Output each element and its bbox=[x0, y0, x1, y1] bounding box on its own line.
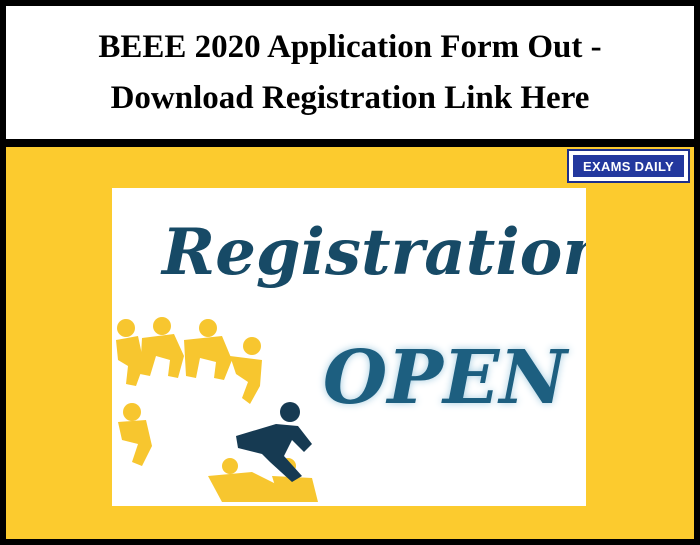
open-headline: OPEN bbox=[322, 335, 568, 421]
logo-word-exams: EXAMS bbox=[583, 158, 631, 174]
registration-banner: EXAMS DAILY Registration OPEN bbox=[6, 147, 694, 539]
logo-word-daily: DAILY bbox=[634, 158, 674, 174]
exams-daily-logo: EXAMS DAILY bbox=[567, 149, 690, 183]
page-title-line-2: Download Registration Link Here bbox=[110, 79, 590, 116]
person-figure-icon bbox=[140, 317, 184, 378]
highlighted-person-icon bbox=[236, 402, 312, 482]
people-circle-illustration bbox=[116, 317, 318, 502]
registration-card: Registration OPEN bbox=[112, 188, 586, 506]
registration-headline: Registration bbox=[162, 215, 586, 290]
person-figure-icon bbox=[118, 403, 152, 466]
page-title-line-1: BEEE 2020 Application Form Out - bbox=[98, 28, 602, 65]
image-frame: BEEE 2020 Application Form Out - Downloa… bbox=[0, 0, 700, 545]
person-figure-icon bbox=[116, 319, 144, 386]
person-figure-icon bbox=[230, 337, 262, 404]
person-figure-icon bbox=[184, 319, 232, 380]
title-box: BEEE 2020 Application Form Out - Downloa… bbox=[6, 6, 694, 139]
